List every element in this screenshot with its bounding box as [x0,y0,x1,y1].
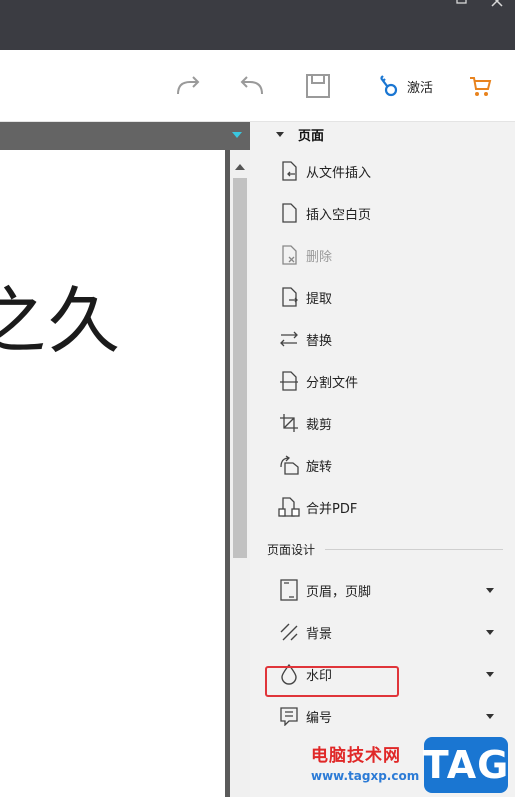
undo-icon [240,76,263,95]
app-window: 激活 之久 页面 从文件插入 插入空白页 删除 提取 替换 分割文件 裁剪 旋转… [0,0,515,797]
numbering-icon [278,705,300,727]
extract-page-label: 提取 [306,291,333,307]
blank-page-icon [278,202,300,224]
view-dropdown-icon[interactable] [232,132,242,138]
extract-page-icon [278,286,300,308]
header-footer-icon [278,579,300,601]
redo-icon [177,76,200,95]
split-file-icon [278,370,300,392]
vertical-scrollbar[interactable] [230,150,250,797]
crop-label: 裁剪 [306,417,333,433]
site-watermark-title: 电脑技术网 [311,746,401,766]
rotate-label: 旋转 [306,459,333,475]
pages-section-header[interactable]: 页面 [276,124,324,144]
chevron-down-icon[interactable] [486,672,494,677]
page-design-section-title: 页面设计 [267,542,316,557]
redo-button[interactable] [170,68,206,104]
extract-page-button[interactable]: 提取 [278,283,332,311]
page-design-section-header: 页面设计 [267,540,503,558]
background-button[interactable]: 背景 [278,618,502,646]
scroll-up-icon[interactable] [235,164,245,170]
rotate-button[interactable]: 旋转 [278,451,332,479]
split-file-label: 分割文件 [306,375,359,391]
insert-blank-page-button[interactable]: 插入空白页 [278,199,371,227]
replace-icon [278,328,300,350]
shopping-cart-icon [470,77,492,96]
split-file-button[interactable]: 分割文件 [278,367,358,395]
crop-button[interactable]: 裁剪 [278,409,332,437]
merge-pdf-icon [278,496,300,518]
header-footer-button[interactable]: 页眉，页脚 [278,576,502,604]
save-icon [306,74,330,98]
document-text: 之久 [0,279,123,363]
delete-page-label: 删除 [306,249,333,265]
document-header-strip [0,122,250,150]
tag-logo: TAG [423,737,508,793]
header-footer-label: 页眉，页脚 [306,584,372,600]
insert-from-file-label: 从文件插入 [306,165,372,181]
watermark-highlight-box [265,666,399,697]
document-page[interactable]: 之久 [0,150,225,797]
activate-label: 激活 [406,80,433,96]
pages-section-title: 页面 [298,128,325,144]
delete-page-icon [278,244,300,266]
site-watermark-url: www.tagxp.com [311,769,420,783]
background-icon [278,621,300,643]
scroll-thumb[interactable] [233,178,247,558]
merge-pdf-label: 合并PDF [306,501,358,517]
document-area: 之久 [0,122,250,797]
insert-from-file-button[interactable]: 从文件插入 [278,157,371,185]
store-button[interactable] [464,68,496,104]
collapse-icon [276,131,284,137]
chevron-down-icon[interactable] [486,630,494,635]
background-label: 背景 [306,626,333,642]
site-watermark: 电脑技术网 www.tagxp.com TAG [300,735,515,797]
replace-button[interactable]: 替换 [278,325,332,353]
save-button[interactable] [300,68,336,104]
delete-page-button[interactable]: 删除 [278,241,332,269]
merge-pdf-button[interactable]: 合并PDF [278,493,357,521]
section-divider [325,548,503,550]
crop-icon [278,412,300,434]
toolbar: 激活 [0,50,515,122]
maximize-icon[interactable] [454,0,468,12]
title-bar [0,0,515,50]
numbering-button[interactable]: 编号 [278,702,502,730]
numbering-label: 编号 [306,710,333,726]
close-icon[interactable] [490,0,504,12]
chevron-down-icon[interactable] [486,588,494,593]
insert-blank-page-label: 插入空白页 [306,207,372,223]
key-icon [380,75,398,97]
chevron-down-icon[interactable] [486,714,494,719]
undo-button[interactable] [234,68,270,104]
replace-label: 替换 [306,333,333,349]
activate-button[interactable]: 激活 [370,68,440,104]
rotate-icon [278,454,300,476]
insert-from-file-icon [278,160,300,182]
